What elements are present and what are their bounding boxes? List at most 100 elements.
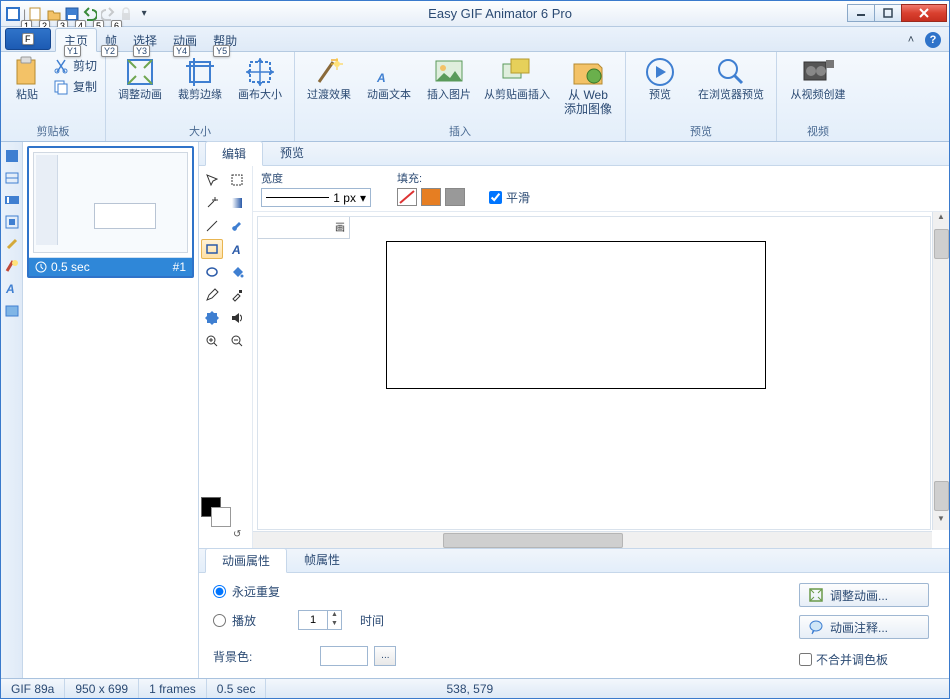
ellipse-tool[interactable]	[201, 262, 223, 282]
insert-image-button[interactable]: 插入图片	[421, 54, 477, 102]
transition-button[interactable]: 过渡效果	[301, 54, 357, 102]
wand-tool[interactable]	[201, 193, 223, 213]
ribbon: 粘贴 剪切 复制 剪贴板 调整动画 裁剪边缘 画布大小 大小 过渡效果 A动画文…	[1, 52, 949, 142]
paste-button[interactable]: 粘贴	[7, 54, 47, 102]
status-duration: 0.5 sec	[207, 679, 267, 698]
pencil-tool[interactable]	[201, 285, 223, 305]
group-label: 视频	[783, 121, 853, 141]
color-swatches[interactable]: ↺	[201, 497, 250, 544]
left-tool-rail: A	[1, 142, 23, 678]
key-tip: Y5	[213, 45, 230, 57]
tab-preview[interactable]: 预览	[263, 140, 321, 165]
rail-icon[interactable]	[4, 148, 20, 164]
spin-up[interactable]: ▲	[328, 611, 341, 620]
tab-help[interactable]: 帮助 Y5	[205, 29, 245, 51]
close-button[interactable]	[901, 4, 947, 22]
label: 裁剪边缘	[178, 89, 222, 102]
zoom-in-tool[interactable]	[201, 331, 223, 351]
rail-icon[interactable]	[4, 214, 20, 230]
scroll-thumb[interactable]	[443, 533, 623, 548]
tab-select[interactable]: 选择 Y3	[125, 29, 165, 51]
times-label: 时间	[360, 612, 384, 629]
tab-frame[interactable]: 帧 Y2	[97, 29, 125, 51]
key-tip: F	[22, 33, 34, 45]
rail-icon[interactable]	[4, 302, 20, 318]
sound-tool[interactable]	[226, 308, 248, 328]
width-value: 1 px	[333, 191, 356, 205]
tab-edit[interactable]: 编辑	[205, 141, 263, 166]
resize-animation-button[interactable]: 调整动画...	[799, 583, 929, 607]
tab-frame-props[interactable]: 帧属性	[287, 547, 357, 572]
zoom-out-tool[interactable]	[226, 331, 248, 351]
background-color[interactable]	[211, 507, 231, 527]
qat-dropdown-icon[interactable]: ▾	[136, 6, 152, 22]
play-radio[interactable]: 播放	[213, 612, 256, 629]
window-controls	[848, 4, 947, 24]
frame-thumbnail[interactable]: 0.5 sec #1	[27, 146, 194, 278]
vertical-scrollbar[interactable]: ▲ ▼	[932, 212, 949, 530]
move-tool[interactable]	[201, 308, 223, 328]
from-video-button[interactable]: 从视频创建	[783, 54, 853, 102]
rectangle-tool[interactable]	[201, 239, 223, 259]
pointer-tool[interactable]	[201, 170, 223, 190]
rail-icon[interactable]	[4, 170, 20, 186]
scroll-thumb[interactable]	[934, 229, 949, 259]
group-label: 预览	[632, 121, 770, 141]
insert-from-web-button[interactable]: 从 Web添加图像	[557, 54, 619, 117]
tab-home[interactable]: 主页 Y1	[55, 28, 97, 52]
drawn-rectangle[interactable]	[386, 241, 766, 389]
maximize-button[interactable]	[874, 4, 902, 22]
bgcolor-picker-button[interactable]: ...	[374, 646, 396, 666]
frame-index: #1	[173, 260, 186, 274]
toolbox: A ↺	[199, 166, 253, 548]
cut-button[interactable]: 剪切	[51, 56, 99, 75]
crop-button[interactable]: 裁剪边缘	[172, 54, 228, 102]
bgcolor-well[interactable]	[320, 646, 368, 666]
ribbon-group-size: 调整动画 裁剪边缘 画布大小 大小	[106, 52, 295, 141]
file-menu-button[interactable]: 文 F	[5, 28, 51, 50]
marquee-tool[interactable]	[226, 170, 248, 190]
repeat-forever-radio[interactable]: 永远重复	[213, 583, 396, 600]
status-version: GIF 89a	[1, 679, 65, 698]
status-frames: 1 frames	[139, 679, 207, 698]
tab-animation[interactable]: 动画 Y4	[165, 29, 205, 51]
brush-tool[interactable]	[226, 216, 248, 236]
rail-icon[interactable]: A	[4, 280, 20, 296]
browser-preview-button[interactable]: 在浏览器预览	[692, 54, 770, 102]
group-label: 大小	[112, 121, 288, 141]
preview-button[interactable]: 预览	[632, 54, 688, 102]
rail-icon[interactable]	[4, 236, 20, 252]
text-tool[interactable]: A	[226, 239, 248, 259]
play-count-spinner[interactable]: ▲▼	[298, 610, 342, 630]
quick-access-toolbar: | ▾ 1 2 3 4 5 6	[1, 6, 152, 22]
status-coords: 538, 579	[436, 679, 503, 698]
minimize-button[interactable]	[847, 4, 875, 22]
rail-icon[interactable]	[4, 192, 20, 208]
eyedropper-tool[interactable]	[226, 285, 248, 305]
tab-anim-props[interactable]: 动画属性	[205, 548, 287, 573]
fill-orange[interactable]	[421, 188, 441, 206]
horizontal-scrollbar[interactable]	[253, 531, 932, 548]
scroll-thumb[interactable]	[934, 481, 949, 511]
ribbon-collapse-icon[interactable]: ˄	[903, 32, 919, 48]
resize-animation-button[interactable]: 调整动画	[112, 54, 168, 102]
line-tool[interactable]	[201, 216, 223, 236]
fill-gray[interactable]	[445, 188, 465, 206]
no-merge-palette-checkbox[interactable]: 不合并调色板	[799, 651, 929, 668]
gradient-tool[interactable]	[226, 193, 248, 213]
bucket-tool[interactable]	[226, 262, 248, 282]
canvas-area[interactable]: 动画 画 ▲ ▼	[253, 212, 949, 548]
spin-down[interactable]: ▼	[328, 620, 341, 629]
smooth-checkbox[interactable]: 平滑	[489, 189, 530, 206]
fill-none[interactable]	[397, 188, 417, 206]
animation-comment-button[interactable]: 动画注释...	[799, 615, 929, 639]
animated-text-button[interactable]: A动画文本	[361, 54, 417, 102]
insert-clipart-button[interactable]: 从剪贴画插入	[481, 54, 553, 102]
rail-icon[interactable]	[4, 258, 20, 274]
stroke-width-select[interactable]: 1 px ▾	[261, 188, 371, 207]
help-icon[interactable]: ?	[925, 32, 941, 48]
play-count-input[interactable]	[299, 611, 327, 629]
copy-button[interactable]: 复制	[51, 77, 99, 96]
canvas-size-button[interactable]: 画布大小	[232, 54, 288, 102]
swap-colors-icon[interactable]: ↺	[233, 529, 250, 540]
